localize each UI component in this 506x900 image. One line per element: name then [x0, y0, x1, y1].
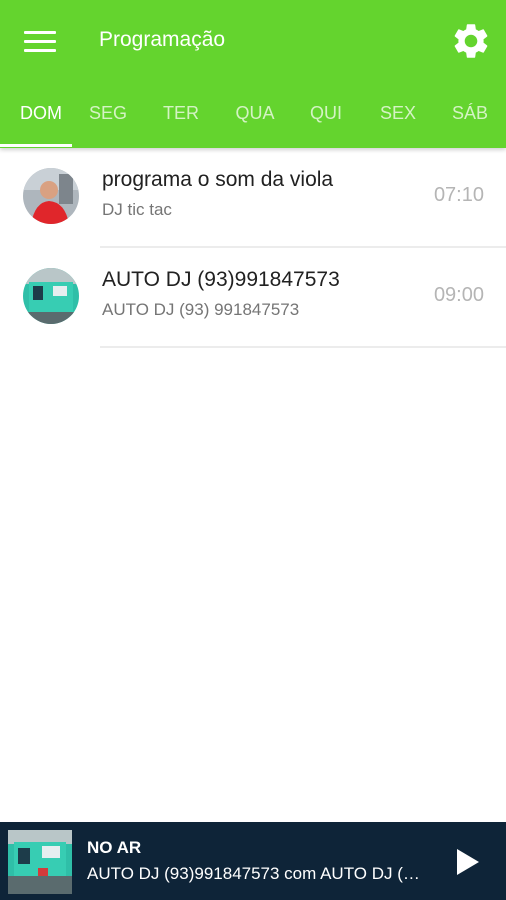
list-item[interactable]: programa o som da viola DJ tic tac 07:10	[0, 148, 506, 248]
page-title: Programação	[99, 28, 226, 51]
avatar	[23, 168, 79, 224]
now-playing-track: AUTO DJ (93)991847573 com AUTO DJ (93) 9…	[87, 864, 427, 883]
list-item[interactable]: AUTO DJ (93)991847573 AUTO DJ (93) 99184…	[0, 248, 506, 348]
program-host: AUTO DJ (93) 991847573	[102, 300, 300, 319]
tab-dom[interactable]: DOM	[0, 90, 82, 148]
now-playing-thumbnail	[8, 830, 72, 894]
play-icon	[457, 849, 479, 875]
menu-icon-line	[24, 49, 56, 52]
settings-button[interactable]	[450, 20, 492, 62]
divider	[100, 346, 506, 348]
program-name: AUTO DJ (93)991847573	[102, 268, 340, 291]
gear-icon	[454, 24, 488, 58]
tab-qua[interactable]: QUA	[219, 90, 291, 148]
active-tab-indicator	[0, 144, 72, 147]
on-air-label: NO AR	[87, 838, 142, 857]
day-tabs: DOM SEG TER QUA QUI SEX SÁB	[0, 90, 506, 148]
program-host: DJ tic tac	[102, 200, 172, 219]
tab-ter[interactable]: TER	[145, 90, 217, 148]
tab-qui[interactable]: QUI	[290, 90, 362, 148]
tab-seg[interactable]: SEG	[72, 90, 144, 148]
tab-sab[interactable]: SÁB	[434, 90, 506, 148]
app-bar: Programação DOM SEG TER QUA QUI SEX SÁB	[0, 0, 506, 148]
program-name: programa o som da viola	[102, 168, 334, 191]
menu-icon-line	[24, 31, 56, 34]
schedule-list: programa o som da viola DJ tic tac 07:10…	[0, 148, 506, 348]
avatar	[23, 268, 79, 324]
tab-sex[interactable]: SEX	[362, 90, 434, 148]
program-time: 09:00	[433, 284, 484, 306]
menu-icon-line	[24, 40, 56, 43]
menu-button[interactable]	[20, 22, 60, 62]
now-playing-bar[interactable]: NO AR AUTO DJ (93)991847573 com AUTO DJ …	[0, 822, 506, 900]
play-button[interactable]	[449, 844, 485, 880]
program-time: 07:10	[433, 184, 484, 206]
